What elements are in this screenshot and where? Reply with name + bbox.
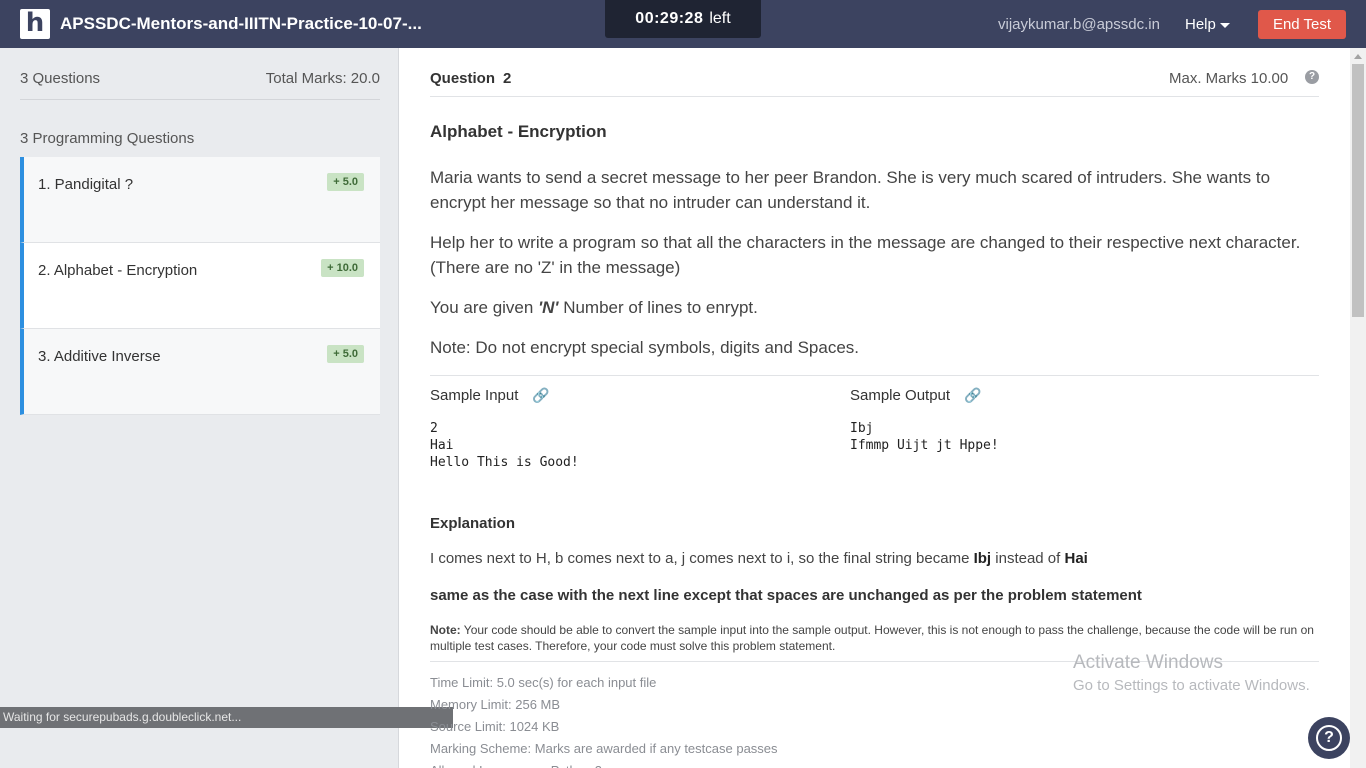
- question-item-2[interactable]: 2. Alphabet - Encryption + 10.0: [20, 243, 380, 329]
- marks-badge: + 5.0: [327, 345, 364, 363]
- top-bar: h APSSDC-Mentors-and-IIITN-Practice-10-0…: [0, 0, 1366, 48]
- test-title: APSSDC-Mentors-and-IIITN-Practice-10-07-…: [60, 14, 422, 33]
- link-icon[interactable]: 🔗: [532, 387, 549, 404]
- exp1-bold-1: Ibj: [973, 550, 992, 567]
- total-marks: Total Marks: 20.0: [265, 70, 380, 87]
- user-email: vijaykumar.b@apssdc.in: [998, 16, 1160, 33]
- memory-limit: Memory Limit: 256 MB: [430, 697, 561, 712]
- marks-badge: + 10.0: [321, 259, 364, 277]
- browser-status-bar: Waiting for securepubads.g.doubleclick.n…: [0, 707, 453, 728]
- sidebar-summary: 3 Questions Total Marks: 20.0: [20, 70, 380, 100]
- para3-emphasis: 'N': [538, 298, 559, 317]
- question-item-label: 3. Additive Inverse: [38, 348, 161, 365]
- help-circle-icon[interactable]: ?: [1305, 70, 1319, 84]
- question-item-1[interactable]: 1. Pandigital ? + 5.0: [20, 157, 380, 243]
- sample-output-label: Sample Output: [850, 387, 951, 404]
- note-text: Your code should be able to convert the …: [430, 623, 1314, 653]
- question-sidebar: 3 Questions Total Marks: 20.0 3 Programm…: [0, 48, 399, 768]
- help-label: Help: [1185, 16, 1216, 33]
- question-heading: Question 2: [430, 70, 511, 87]
- end-test-button[interactable]: End Test: [1258, 10, 1346, 39]
- help-dropdown[interactable]: Help: [1185, 16, 1230, 33]
- explanation-heading: Explanation: [430, 515, 516, 532]
- link-icon[interactable]: 🔗: [964, 387, 981, 404]
- caret-down-icon: [1219, 23, 1230, 28]
- max-marks: Max. Marks 10.00: [1169, 70, 1289, 87]
- marks-badge: + 5.0: [327, 173, 364, 191]
- logo-letter: h: [25, 8, 45, 38]
- code-note: Note: Your code should be able to conver…: [430, 622, 1319, 654]
- divider: [430, 96, 1319, 97]
- para3-text-end: Number of lines to enrypt.: [563, 298, 758, 317]
- explanation-line-2: same as the case with the next line exce…: [430, 587, 1142, 604]
- hackerearth-logo[interactable]: h: [20, 9, 50, 39]
- countdown-timer: 00:29:28 left: [605, 0, 761, 38]
- question-item-label: 1. Pandigital ?: [38, 176, 134, 193]
- time-limit: Time Limit: 5.0 sec(s) for each input fi…: [430, 675, 657, 690]
- limits-list: Time Limit: 5.0 sec(s) for each input fi…: [430, 672, 778, 768]
- source-limit: Source Limit: 1024 KB: [430, 719, 560, 734]
- divider: [430, 375, 1319, 376]
- watermark-line-1: Activate Windows: [1073, 652, 1223, 673]
- scrollbar-thumb[interactable]: [1352, 64, 1364, 317]
- problem-paragraph-1: Maria wants to send a secret message to …: [430, 168, 1271, 212]
- marking-scheme: Marking Scheme: Marks are awarded if any…: [430, 741, 778, 756]
- question-item-label: 2. Alphabet - Encryption: [38, 262, 198, 279]
- exp1-bold-2: Hai: [1064, 550, 1088, 567]
- sample-input-label: Sample Input: [430, 387, 519, 404]
- questions-count: 3 Questions: [20, 70, 101, 87]
- question-item-3[interactable]: 3. Additive Inverse + 5.0: [20, 329, 380, 415]
- problem-paragraph-2: Help her to write a program so that all …: [430, 233, 1301, 277]
- help-circle-icon: ?: [1316, 725, 1342, 751]
- question-number: 2: [503, 70, 512, 87]
- note-label: Note:: [430, 623, 461, 637]
- question-list: 1. Pandigital ? + 5.0 2. Alphabet - Encr…: [20, 157, 380, 415]
- explanation-line-1: I comes next to H, b comes next to a, j …: [430, 550, 1088, 567]
- watermark-line-2: Go to Settings to activate Windows.: [1073, 677, 1310, 694]
- problem-note: Note: Do not encrypt special symbols, di…: [430, 338, 859, 357]
- timer-value: 00:29:28: [635, 10, 704, 27]
- sample-input-header: Sample Input 🔗: [430, 387, 550, 404]
- sample-output-text: Ibj Ifmmp Uijt jt Hppe!: [850, 421, 999, 453]
- scroll-up-arrow[interactable]: [1350, 48, 1366, 64]
- sample-output-header: Sample Output 🔗: [850, 387, 982, 404]
- problem-paragraph-3: You are given 'N' Number of lines to enr…: [430, 295, 1319, 320]
- allowed-languages: Allowed Languages: Python 3: [430, 760, 778, 768]
- sample-input-text: 2 Hai Hello This is Good!: [430, 421, 579, 470]
- timer-suffix: left: [709, 10, 731, 27]
- problem-title: Alphabet - Encryption: [430, 122, 607, 141]
- section-label: 3 Programming Questions: [20, 130, 195, 147]
- help-button[interactable]: ?: [1308, 717, 1350, 759]
- exp1-text: I comes next to H, b comes next to a, j …: [430, 550, 970, 567]
- question-label: Question: [430, 70, 496, 87]
- exp1-mid: instead of: [995, 550, 1061, 567]
- para3-text: You are given: [430, 298, 534, 317]
- windows-activation-watermark: Activate Windows Go to Settings to activ…: [1073, 652, 1310, 694]
